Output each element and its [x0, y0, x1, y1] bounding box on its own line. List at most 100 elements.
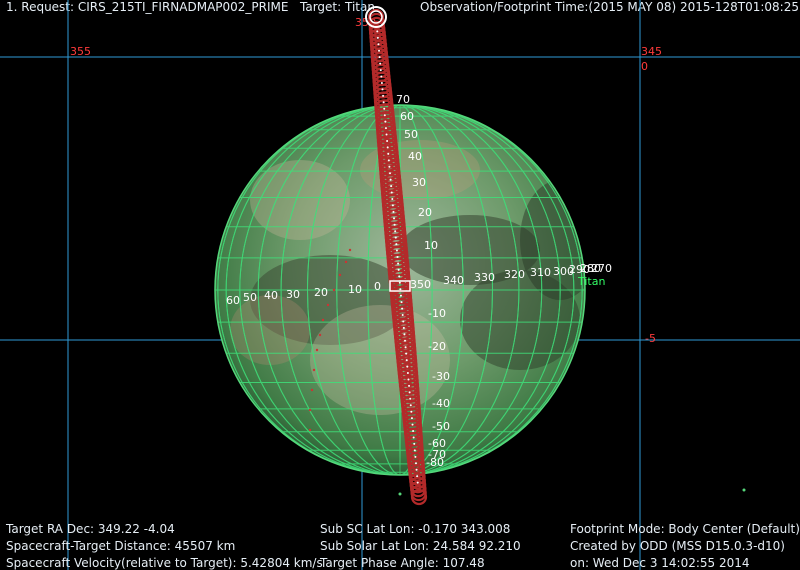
- footprint-center-dot: [416, 481, 419, 484]
- footprint-center-dot: [408, 384, 411, 387]
- longitude-label: 30: [286, 288, 300, 301]
- footprint-center-dot: [377, 43, 380, 46]
- footprint-center-dot: [405, 359, 408, 362]
- footprint-center-dot: [398, 275, 401, 278]
- footprint-center-dot: [376, 36, 379, 39]
- footprint-center-dot: [391, 204, 394, 207]
- footprint-center-dot: [393, 217, 396, 220]
- longitude-label: 270: [591, 262, 612, 275]
- longitude-label: 40: [264, 289, 278, 302]
- footprint-center-dot: [404, 339, 407, 342]
- footer-center-1: Sub SC Lat Lon: -0.170 343.008: [320, 522, 511, 536]
- footprint-center-dot: [402, 320, 405, 323]
- latitude-label: 70: [396, 93, 410, 106]
- footprint-center-dot: [383, 107, 386, 110]
- footprint-center-dot: [376, 30, 379, 33]
- footprint-center-dot: [381, 88, 384, 91]
- footprint-center-dot: [390, 191, 393, 194]
- footprint-center-dot: [406, 372, 409, 375]
- footprint-center-dot: [387, 152, 390, 155]
- footprint-center-dot: [395, 249, 398, 252]
- latitude-label: 40: [408, 150, 422, 163]
- footprint-center-dot: [416, 475, 419, 478]
- footprint-center-dot: [407, 378, 410, 381]
- footprint-center-dot: [412, 436, 415, 439]
- latitude-label: 60: [400, 110, 414, 123]
- footprint-center-dot: [382, 94, 385, 97]
- ra-345-label: 345: [641, 45, 662, 58]
- footprint-center-dot: [394, 236, 397, 239]
- dec-0-label: 0: [641, 60, 648, 73]
- titan-name-label: Titan: [577, 275, 605, 288]
- longitude-label: 0: [374, 280, 381, 293]
- footprint-center-dot: [386, 146, 389, 149]
- footprint-center-dot: [399, 288, 402, 291]
- ra-355-label: 355: [70, 45, 91, 58]
- footprint-center-dot: [380, 75, 383, 78]
- footprint-center-dot: [389, 178, 392, 181]
- footer-left-3: Spacecraft Velocity(relative to Target):…: [6, 556, 323, 570]
- footer-right-1: Footprint Mode: Body Center (Default): [570, 522, 800, 536]
- footprint-center-dot: [378, 49, 381, 52]
- footprint-center-dot: [409, 404, 412, 407]
- latitude-label: -10: [428, 307, 446, 320]
- footprint-center-dot: [384, 120, 387, 123]
- footprint-center-dot: [390, 185, 393, 188]
- footprint-center-dot: [386, 139, 389, 142]
- footprint-center-dot: [396, 256, 399, 258]
- footprint-center-dot: [380, 81, 383, 84]
- footer-left-1: Target RA Dec: 349.22 -4.04: [6, 522, 175, 536]
- footer-left-2: Spacecraft-Target Distance: 45507 km: [6, 539, 236, 553]
- footprint-center-dot: [397, 262, 400, 265]
- latitude-label: 50: [404, 128, 418, 141]
- footprint-center-dot: [391, 197, 394, 200]
- latitude-label: -30: [432, 370, 450, 383]
- footprint-center-dot: [384, 127, 387, 130]
- footprint-center-dot: [388, 172, 391, 175]
- footprint-center-dot: [402, 326, 405, 329]
- footer-center-2: Sub Solar Lat Lon: 24.584 92.210: [320, 539, 521, 553]
- latitude-label: -40: [432, 397, 450, 410]
- footprint-center-dot: [410, 417, 413, 420]
- longitude-label: 60: [226, 294, 240, 307]
- footer-center-3: Target Phase Angle: 107.48: [320, 556, 485, 570]
- footprint-center-dot: [398, 281, 401, 284]
- footprint-center-dot: [397, 268, 400, 271]
- footprint-center-dot: [406, 365, 409, 368]
- longitude-label: 350: [410, 278, 431, 291]
- footprint-center-dot: [395, 243, 398, 246]
- footprint-center-dot: [401, 314, 404, 317]
- longitude-label: 320: [504, 268, 525, 281]
- footprint-center-dot: [411, 423, 414, 426]
- footprint-center-dot: [388, 165, 391, 168]
- footprint-center-dot: [404, 346, 407, 349]
- footprint-center-dot: [385, 133, 388, 136]
- footer-right-2: Created by ODD (MSS D15.0.3-d10): [570, 539, 785, 553]
- footprint-center-dot: [412, 430, 415, 433]
- footprint-center-dot: [401, 307, 404, 310]
- footprint-center-dot: [414, 462, 417, 465]
- footprint-center-dot: [399, 294, 402, 297]
- footprint-center-dot: [405, 352, 408, 355]
- footprint-center-dot: [410, 410, 413, 413]
- footprint-center-dot: [413, 442, 416, 445]
- footprint-center-dot: [408, 391, 411, 394]
- footprint-center-dot: [379, 62, 382, 65]
- latitude-label: -80: [426, 456, 444, 469]
- footprint-center-dot: [394, 230, 397, 233]
- footprint-center-dot: [379, 69, 382, 72]
- footprint-center-dot: [400, 301, 403, 304]
- latitude-label: -50: [432, 420, 450, 433]
- longitude-label: 20: [314, 286, 328, 299]
- footprint-plot: 355 350 345 0 -5 70605040302010-10-20-30…: [0, 0, 800, 570]
- footprint-center-dot: [413, 449, 416, 452]
- longitude-label: 10: [348, 283, 362, 296]
- footprint-center-dot: [387, 159, 390, 162]
- latitude-label: 30: [412, 176, 426, 189]
- footprint-center-dot: [378, 56, 381, 59]
- footprint-center-dot: [382, 101, 385, 104]
- latitude-label: -20: [428, 340, 446, 353]
- latitude-label: 20: [418, 206, 432, 219]
- footprint-center-dot: [414, 455, 417, 458]
- longitude-label: 310: [530, 266, 551, 279]
